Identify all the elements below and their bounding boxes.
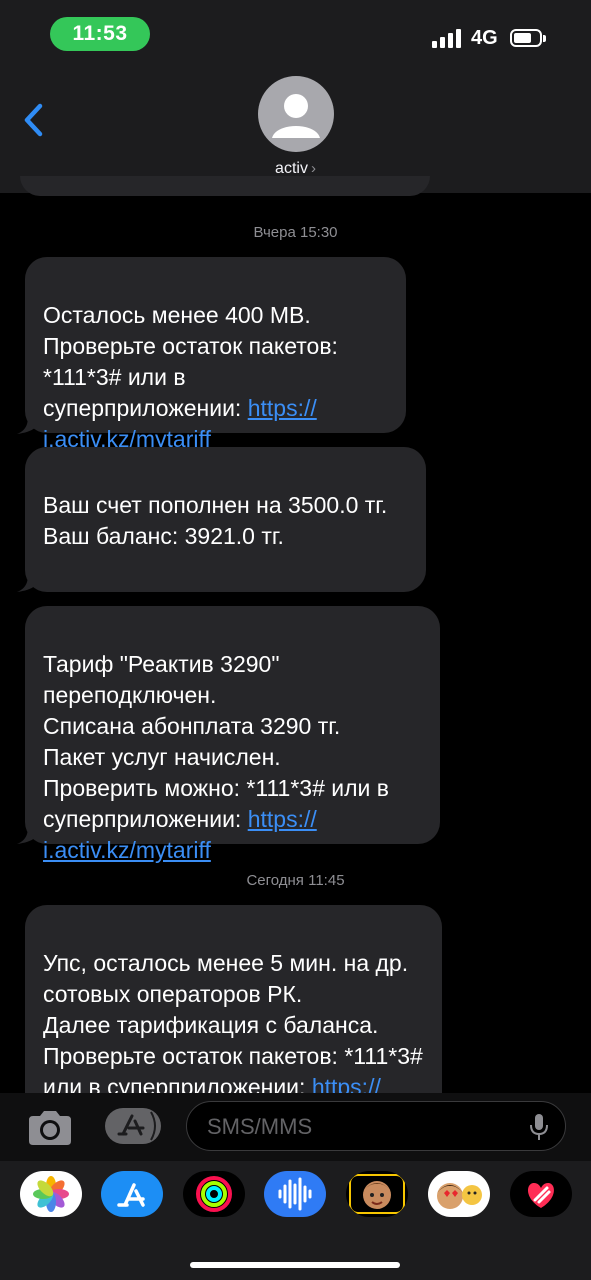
home-indicator[interactable] bbox=[190, 1262, 400, 1268]
message-text: Тариф "Реактив 3290" переподключен. Спис… bbox=[43, 651, 389, 832]
app-store-toggle-button[interactable] bbox=[105, 1108, 161, 1144]
compose-bar: SMS/MMS bbox=[0, 1093, 591, 1161]
timestamp-time: 15:30 bbox=[299, 224, 338, 241]
message-input-placeholder: SMS/MMS bbox=[207, 1114, 313, 1139]
message-bubble[interactable]: Ваш счет пополнен на 3500.0 тг. Ваш бала… bbox=[25, 447, 426, 592]
memoji-icon[interactable] bbox=[346, 1171, 408, 1217]
timestamp: Сегодня 11:45 bbox=[0, 872, 591, 889]
contact-avatar[interactable] bbox=[258, 76, 334, 152]
back-chevron-icon[interactable] bbox=[20, 100, 50, 140]
network-type: 4G bbox=[471, 27, 498, 49]
previous-message-bubble bbox=[20, 176, 430, 196]
timestamp-day: Вчера bbox=[253, 224, 296, 241]
battery-icon bbox=[510, 29, 546, 47]
bubble-tail bbox=[17, 824, 43, 844]
digital-touch-icon[interactable] bbox=[510, 1171, 572, 1217]
timestamp: Вчера 15:30 bbox=[0, 224, 591, 241]
message-bubble[interactable]: Тариф "Реактив 3290" переподключен. Спис… bbox=[25, 606, 440, 863]
message-input[interactable]: SMS/MMS bbox=[186, 1101, 566, 1151]
signal-bars-icon bbox=[432, 28, 462, 48]
app-store-icon[interactable] bbox=[101, 1171, 163, 1217]
status-time[interactable]: 11:53 bbox=[50, 17, 150, 51]
memoji-stickers-icon[interactable] bbox=[428, 1171, 490, 1217]
voice-memo-icon[interactable] bbox=[264, 1171, 326, 1217]
timestamp-time: 11:45 bbox=[308, 872, 345, 889]
message-bubble[interactable]: Упс, осталось менее 5 мин. на др. сотовы… bbox=[25, 905, 442, 1093]
message-link[interactable]: https:// bbox=[312, 1074, 381, 1093]
message-bubble[interactable]: Осталось менее 400 MB. Проверьте остаток… bbox=[25, 257, 406, 452]
activity-icon[interactable] bbox=[183, 1171, 245, 1217]
contact-chevron-icon: › bbox=[310, 160, 316, 177]
message-text: Упс, осталось менее 5 мин. на др. сотовы… bbox=[43, 950, 423, 1093]
timestamp-day: Сегодня bbox=[246, 872, 304, 889]
camera-icon[interactable] bbox=[26, 1110, 74, 1146]
bubble-tail bbox=[17, 572, 43, 592]
bubble-tail bbox=[17, 414, 43, 434]
contact-name-label: activ bbox=[275, 160, 308, 177]
microphone-icon[interactable] bbox=[529, 1113, 549, 1141]
status-bar: 11:53 4G bbox=[0, 0, 591, 60]
message-text: Ваш счет пополнен на 3500.0 тг. Ваш бала… bbox=[43, 492, 388, 549]
photos-icon[interactable] bbox=[20, 1171, 82, 1217]
